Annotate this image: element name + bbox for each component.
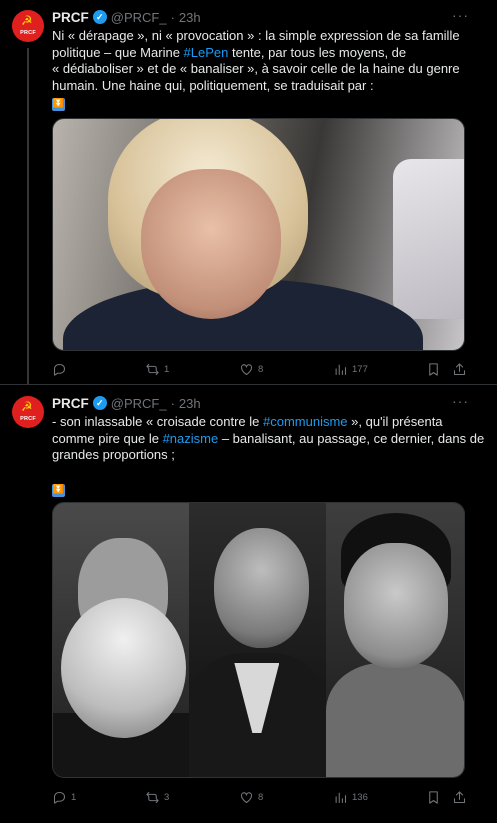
- text-line: ⏬: [52, 480, 472, 497]
- verified-badge-icon: ✓: [92, 396, 107, 410]
- like-count: 8: [258, 363, 264, 375]
- heart-icon: [240, 791, 253, 803]
- analytics-icon: [335, 364, 347, 375]
- text-run: politique – que Marine: [52, 44, 184, 60]
- bookmark-icon: [429, 790, 438, 804]
- separator-dot: ·: [170, 9, 175, 25]
- avatar-text: PRCF: [20, 30, 36, 36]
- share-button[interactable]: [452, 788, 467, 806]
- retweet-count: 3: [164, 791, 170, 803]
- like-button[interactable]: 8: [239, 788, 263, 806]
- more-options-icon[interactable]: ···: [452, 8, 468, 24]
- like-button[interactable]: 8: [239, 360, 263, 378]
- timestamp[interactable]: 23h: [179, 10, 201, 25]
- tweet[interactable]: ☭ PRCF PRCF ✓ @PRCF_ · 23h ··· - son inl…: [0, 386, 497, 823]
- portrait-panel: [189, 503, 326, 777]
- bookmark-button[interactable]: [426, 788, 441, 806]
- avatar[interactable]: ☭ PRCF: [12, 10, 44, 42]
- share-icon: [453, 362, 466, 375]
- retweet-button[interactable]: 3: [145, 788, 169, 806]
- text-line: ⏬: [52, 94, 472, 111]
- text-line: politique – que Marine #LePen tente, par…: [52, 45, 472, 62]
- avatar-text: PRCF: [20, 416, 36, 422]
- reply-button[interactable]: 1: [52, 788, 76, 806]
- portrait-panel: [53, 503, 190, 777]
- image-detail: [325, 663, 464, 777]
- analytics-icon: [335, 792, 347, 803]
- separator-dot: ·: [170, 395, 175, 411]
- reply-icon: [53, 791, 66, 804]
- reply-icon: [53, 363, 66, 376]
- text-line: comme pire que le #nazisme – banalisant,…: [52, 430, 484, 448]
- bookmark-icon: [429, 362, 438, 376]
- image-detail: [141, 169, 281, 319]
- action-bar: 1 8 177: [52, 360, 472, 378]
- retweet-icon: [146, 363, 159, 375]
- handle[interactable]: @PRCF_: [111, 10, 167, 25]
- share-button[interactable]: [452, 360, 467, 378]
- hashtag-link[interactable]: #nazisme: [163, 431, 219, 446]
- text-run: comme pire que le: [52, 430, 163, 446]
- reply-button[interactable]: [52, 360, 71, 378]
- text-run: grandes proportions ;: [52, 447, 175, 462]
- image-detail: [214, 528, 310, 648]
- image-detail: [61, 598, 186, 738]
- text-run: « dédiaboliser » et de « banaliser », à …: [52, 61, 460, 76]
- text-run: », qu'il présenta: [347, 414, 443, 429]
- text-run: – banalisant, au passage, ce dernier, da…: [218, 430, 485, 446]
- verified-badge-icon: ✓: [92, 10, 107, 24]
- thread-line: [27, 48, 29, 385]
- like-count: 8: [258, 791, 264, 803]
- tweet-image[interactable]: [52, 502, 465, 778]
- text-line: humain. Une haine qui, politiquement, se…: [52, 78, 472, 95]
- text-run: humain. Une haine qui, politiquement, se…: [52, 77, 374, 93]
- more-options-icon[interactable]: ···: [452, 394, 468, 410]
- handle[interactable]: @PRCF_: [111, 396, 167, 411]
- heart-icon: [240, 363, 253, 375]
- tweet-text: - son inlassable « croisade contre le #c…: [52, 414, 484, 497]
- timestamp[interactable]: 23h: [179, 396, 201, 411]
- portrait-panel: [325, 503, 464, 777]
- avatar[interactable]: ☭ PRCF: [12, 396, 44, 428]
- hashtag-link[interactable]: #LePen: [184, 45, 229, 60]
- views-button[interactable]: 136: [333, 788, 368, 806]
- tweet[interactable]: ☭ PRCF PRCF ✓ @PRCF_ · 23h ··· Ni « déra…: [0, 0, 497, 385]
- views-count: 177: [352, 363, 368, 375]
- text-line: Ni « dérapage », ni « provocation » : la…: [52, 28, 472, 45]
- text-run: - son inlassable « croisade contre le: [52, 414, 264, 429]
- double-down-arrow-icon: ⏬: [52, 484, 65, 497]
- retweet-count: 1: [164, 363, 170, 375]
- tweet-header: PRCF ✓ @PRCF_ · 23h: [52, 9, 201, 25]
- text-line: - son inlassable « croisade contre le #c…: [52, 414, 472, 431]
- text-run: Ni « dérapage », ni « provocation » : la…: [52, 28, 460, 43]
- display-name[interactable]: PRCF: [52, 396, 89, 411]
- hammer-sickle-icon: ☭: [21, 14, 33, 29]
- display-name[interactable]: PRCF: [52, 10, 89, 25]
- views-count: 136: [352, 791, 368, 803]
- bookmark-button[interactable]: [426, 360, 441, 378]
- hammer-sickle-icon: ☭: [21, 400, 33, 415]
- retweet-icon: [146, 791, 159, 803]
- image-detail: [393, 159, 464, 319]
- text-line: « dédiaboliser » et de « banaliser », à …: [52, 61, 472, 78]
- text-run: tente, par tous les moyens, de: [228, 44, 407, 60]
- action-bar: 1 3 8 136: [52, 788, 472, 806]
- retweet-button[interactable]: 1: [145, 360, 169, 378]
- views-button[interactable]: 177: [333, 360, 368, 378]
- reply-count: 1: [71, 791, 77, 803]
- tweet-header: PRCF ✓ @PRCF_ · 23h: [52, 395, 201, 411]
- image-detail: [343, 543, 448, 668]
- text-line: grandes proportions ;: [52, 447, 472, 464]
- share-icon: [453, 790, 466, 803]
- double-down-arrow-icon: ⏬: [52, 98, 65, 111]
- tweet-text: Ni « dérapage », ni « provocation » : la…: [52, 28, 472, 111]
- hashtag-link[interactable]: #communisme: [263, 414, 348, 429]
- tweet-image[interactable]: [52, 118, 465, 351]
